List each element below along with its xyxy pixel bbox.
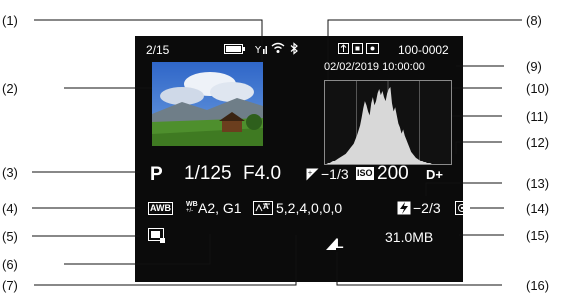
callout-7: (7) [2,278,18,293]
callout-6: (6) [2,257,18,272]
folder-file-number: 100-0002 [398,43,449,57]
image-quality-size: L [335,235,344,251]
picture-style-badge: A [263,202,269,211]
wb-shift-arrows: +/- [186,208,194,214]
exposure-comp-value: −1/3 [321,166,349,182]
flash-comp-icon [397,201,411,215]
callout-5: (5) [2,229,18,244]
callout-4: (4) [2,201,18,216]
wifi-icon [271,42,285,53]
protect-af-metering-icons [338,43,379,54]
callout-1: (1) [2,13,18,28]
bluetooth-icon [290,42,298,55]
callout-16: (16) [526,278,550,293]
wb-shift-label: WB [186,201,198,208]
picture-style-settings: 5,2,4,0,0,0 [276,200,343,216]
callout-10: (10) [526,81,550,96]
white-balance-badge: AWB [148,202,173,215]
histogram-plot [325,81,451,164]
svg-text:+: + [308,170,313,177]
shooting-mode: P [150,164,163,185]
aperture-value: F4.0 [243,163,282,184]
callout-15: (15) [526,228,550,243]
brightness-histogram [324,80,452,165]
callout-8: (8) [526,13,542,28]
callout-3: (3) [2,165,18,180]
callout-13: (13) [526,176,550,191]
battery-icon [224,44,245,54]
image-thumbnail [152,62,263,146]
callout-14: (14) [526,201,550,216]
wb-shift-value: A2, G1 [198,200,242,216]
exposure-comp-icon: + [306,168,319,181]
diagram: (1) (2) (3) (4) (5) (6) (7) (8) (9) (10)… [0,0,588,295]
frame-count: 2/15 [146,43,170,57]
histogram-shape [325,87,451,164]
iso-value: 200 [377,163,409,184]
callout-11: (11) [526,109,549,124]
metering-icon [455,201,469,215]
shooting-datetime: 02/02/2019 10:00:00 [324,61,425,73]
callout-2: (2) [2,81,18,96]
signal-icon: Y [255,45,267,55]
iso-label: ISO [356,167,374,180]
flash-comp-value: −2/3 [413,200,441,216]
file-size: 31.0MB [385,229,434,245]
callout-9: (9) [526,59,542,74]
shutter-speed: 1/125 [184,163,232,184]
highlight-tone-priority: D+ [426,167,443,182]
lens-correction-icon [148,228,165,243]
svg-text:Y: Y [255,45,262,55]
callout-12: (12) [526,135,550,150]
